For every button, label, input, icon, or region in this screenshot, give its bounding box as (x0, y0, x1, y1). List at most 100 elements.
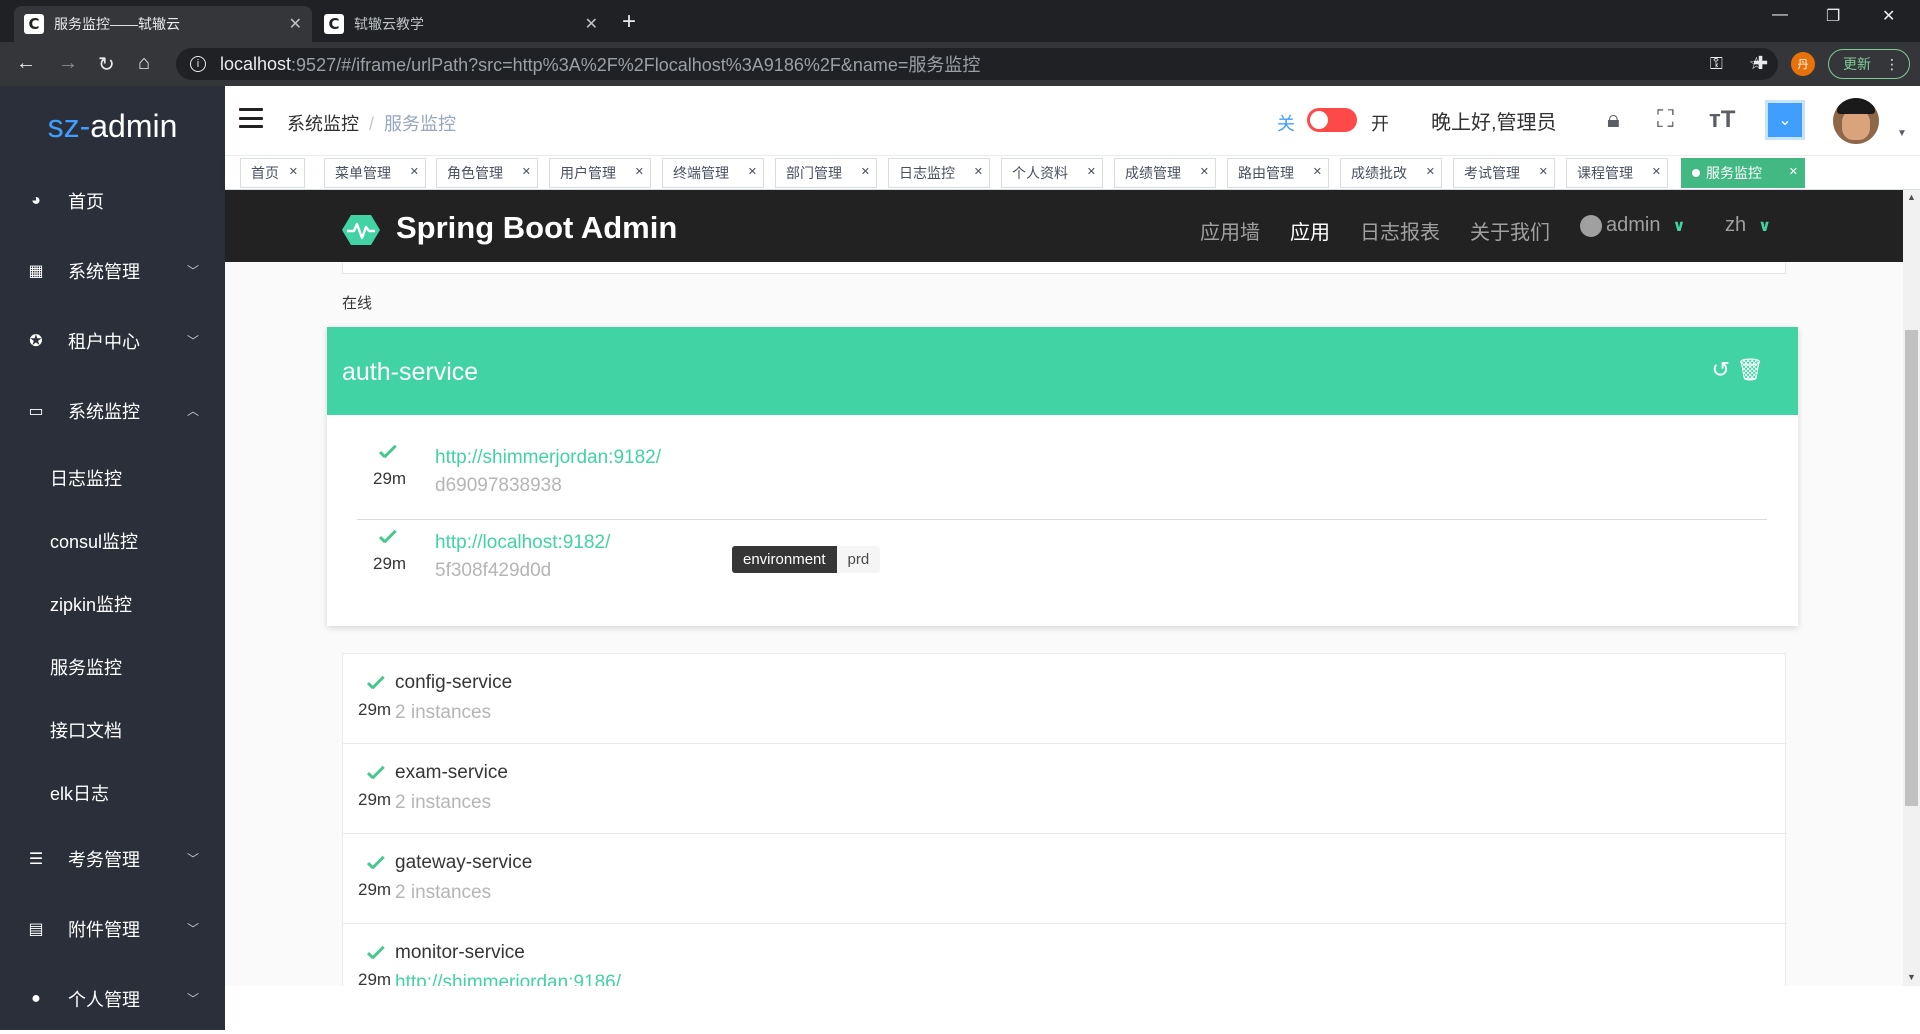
tag-item[interactable]: 角色管理 ✕ (436, 158, 538, 188)
sidebar-subitem-elk-log[interactable]: elk日志 (0, 761, 225, 824)
tag-item[interactable]: 路由管理 ✕ (1227, 158, 1329, 188)
browser-tab-active[interactable]: C 服务监控——轼辙云 ✕ (14, 6, 312, 42)
application-name: auth-service (342, 358, 479, 386)
application-row[interactable]: exam-service 29m 2 instances (343, 744, 1787, 834)
close-tab-icon[interactable]: ✕ (289, 14, 302, 34)
tag-item[interactable]: 日志监控 ✕ (888, 158, 990, 188)
close-tag-icon[interactable]: ✕ (635, 165, 644, 178)
sidebar-subitem-api-docs[interactable]: 接口文档 (0, 698, 225, 761)
application-row[interactable]: gateway-service 29m 2 instances (343, 834, 1787, 924)
scroll-down-icon[interactable]: ▼ (1907, 972, 1916, 982)
tag-item[interactable]: 部门管理 ✕ (775, 158, 877, 188)
theme-switch[interactable] (1307, 108, 1357, 132)
fullscreen-icon[interactable]: ⛶ (1657, 106, 1674, 134)
close-tag-icon[interactable]: ✕ (1652, 165, 1661, 178)
instance-url[interactable]: http://shimmerjordan:9182/ (435, 447, 661, 469)
sidebar-item-home[interactable]: ◕ 首页 (0, 166, 225, 236)
scroll-up-icon[interactable]: ▲ (1907, 192, 1916, 202)
sidebar: sz-admin ◕ 首页 ▦ 系统管理 ﹀ ✪ 租户中心 ﹀ ▭ 系统监控 ︿… (0, 86, 225, 1030)
size-select-icon[interactable]: ⌄ (1765, 100, 1805, 140)
tag-item[interactable]: 个人资料 ✕ (1001, 158, 1103, 188)
scrollbar-thumb[interactable] (1905, 330, 1918, 806)
vertical-scrollbar[interactable]: ▲ ▼ (1903, 190, 1920, 986)
user-menu[interactable]: admin ∨ (1580, 214, 1685, 237)
instance-url[interactable]: http://shimmerjordan:9186/ (395, 972, 621, 986)
tag-item-active[interactable]: 服务监控 ✕ (1681, 158, 1805, 188)
sidebar-subitem-service-monitor[interactable]: 服务监控 (0, 635, 225, 698)
breadcrumb-current: 服务监控 (384, 114, 457, 134)
tag-item[interactable]: 菜单管理 ✕ (324, 158, 426, 188)
close-tab-icon[interactable]: ✕ (585, 14, 598, 34)
sidebar-item-exam-affairs[interactable]: ☰ 考务管理 ﹀ (0, 824, 225, 894)
close-tag-icon[interactable]: ✕ (1087, 165, 1096, 178)
lock-icon[interactable]: 🔒︎ (1607, 106, 1620, 134)
avatar[interactable] (1833, 98, 1879, 144)
instance-row[interactable]: 29m http://localhost:9182/ 5f308f429d0d … (357, 520, 1767, 601)
close-tag-icon[interactable]: ✕ (1789, 165, 1798, 178)
home-icon[interactable]: ⌂ (138, 52, 150, 75)
status-group-label: 在线 (342, 295, 373, 312)
hamburger-icon[interactable] (239, 108, 263, 128)
application-row[interactable]: config-service 29m 2 instances (343, 654, 1787, 744)
tag-item[interactable]: 首页 ✕ (240, 158, 305, 188)
minimize-icon[interactable]: — (1772, 6, 1788, 24)
previous-section-box (342, 262, 1786, 274)
close-tag-icon[interactable]: ✕ (410, 165, 419, 178)
close-tag-icon[interactable]: ✕ (522, 165, 531, 178)
profile-avatar[interactable]: 丹 (1791, 52, 1815, 76)
more-menu-icon[interactable]: ⋮ (1885, 56, 1899, 73)
language-menu[interactable]: zh ∨ (1725, 214, 1771, 237)
tag-item[interactable]: 用户管理 ✕ (549, 158, 651, 188)
extensions-icon[interactable]: ✚ (1753, 53, 1768, 74)
update-label: 更新 (1843, 56, 1871, 72)
instance-url[interactable]: http://localhost:9182/ (435, 532, 610, 554)
nav-wallboard[interactable]: 应用墙 (1200, 216, 1260, 245)
window-close-icon[interactable]: ✕ (1882, 6, 1895, 26)
close-tag-icon[interactable]: ✕ (1426, 165, 1435, 178)
sidebar-item-tenant[interactable]: ✪ 租户中心 ﹀ (0, 306, 225, 376)
close-tag-icon[interactable]: ✕ (1313, 165, 1322, 178)
restore-icon[interactable]: ❐ (1826, 6, 1840, 26)
caret-down-icon[interactable]: ▼ (1897, 128, 1907, 139)
nav-about[interactable]: 关于我们 (1470, 216, 1550, 245)
key-icon[interactable]: ⚿ (1710, 54, 1723, 74)
sidebar-subitem-log-monitor[interactable]: 日志监控 (0, 446, 225, 509)
sidebar-subitem-consul-monitor[interactable]: consul监控 (0, 509, 225, 572)
tag-item[interactable]: 成绩管理 ✕ (1114, 158, 1216, 188)
reload-icon[interactable]: ↻ (98, 52, 115, 77)
tag-item[interactable]: 成绩批改 ✕ (1340, 158, 1442, 188)
close-tag-icon[interactable]: ✕ (1539, 165, 1548, 178)
forward-icon[interactable]: → (58, 52, 78, 75)
application-row[interactable]: monitor-service 29m http://shimmerjordan… (343, 924, 1787, 986)
application-card-header[interactable]: auth-service ↺ 🗑︎ (327, 327, 1798, 415)
trash-icon[interactable]: 🗑︎ (1736, 357, 1764, 382)
history-icon[interactable]: ↺ (1712, 357, 1730, 382)
instance-row[interactable]: 29m http://shimmerjordan:9182/ d69097838… (357, 435, 1767, 516)
browser-tab-inactive[interactable]: C 轼辙云教学 ✕ (314, 6, 608, 42)
back-icon[interactable]: ← (16, 52, 36, 75)
close-tag-icon[interactable]: ✕ (748, 165, 757, 178)
close-tag-icon[interactable]: ✕ (289, 165, 298, 178)
nav-journal[interactable]: 日志报表 (1360, 216, 1440, 245)
site-info-icon[interactable]: i (190, 56, 206, 72)
sidebar-subitem-zipkin-monitor[interactable]: zipkin监控 (0, 572, 225, 635)
sidebar-item-system-management[interactable]: ▦ 系统管理 ﹀ (0, 236, 225, 306)
tag-item[interactable]: 考试管理 ✕ (1453, 158, 1555, 188)
update-button[interactable]: 更新 ⋮ (1828, 49, 1910, 79)
sidebar-item-system-monitor[interactable]: ▭ 系统监控 ︿ (0, 376, 225, 446)
font-size-icon[interactable]: ᴛT (1709, 106, 1735, 134)
new-tab-button[interactable]: + (622, 8, 636, 36)
sidebar-item-attachments[interactable]: ▤ 附件管理 ﹀ (0, 894, 225, 964)
tag-item[interactable]: 终端管理 ✕ (662, 158, 764, 188)
close-tag-icon[interactable]: ✕ (861, 165, 870, 178)
sidebar-item-personal[interactable]: ● 个人管理 ﹀ (0, 964, 225, 1034)
breadcrumb-item[interactable]: 系统监控 (287, 114, 359, 134)
close-tag-icon[interactable]: ✕ (974, 165, 983, 178)
chevron-down-icon: ﹀ (186, 852, 199, 866)
nav-applications[interactable]: 应用 (1290, 216, 1330, 245)
address-bar[interactable]: i localhost:9527/#/iframe/urlPath?src=ht… (176, 48, 1778, 80)
tag-item[interactable]: 课程管理 ✕ (1566, 158, 1668, 188)
sba-title[interactable]: Spring Boot Admin (396, 210, 677, 246)
close-tag-icon[interactable]: ✕ (1200, 165, 1209, 178)
iframe-content: Spring Boot Admin 应用墙 应用 日志报表 关于我们 admin… (225, 190, 1903, 986)
